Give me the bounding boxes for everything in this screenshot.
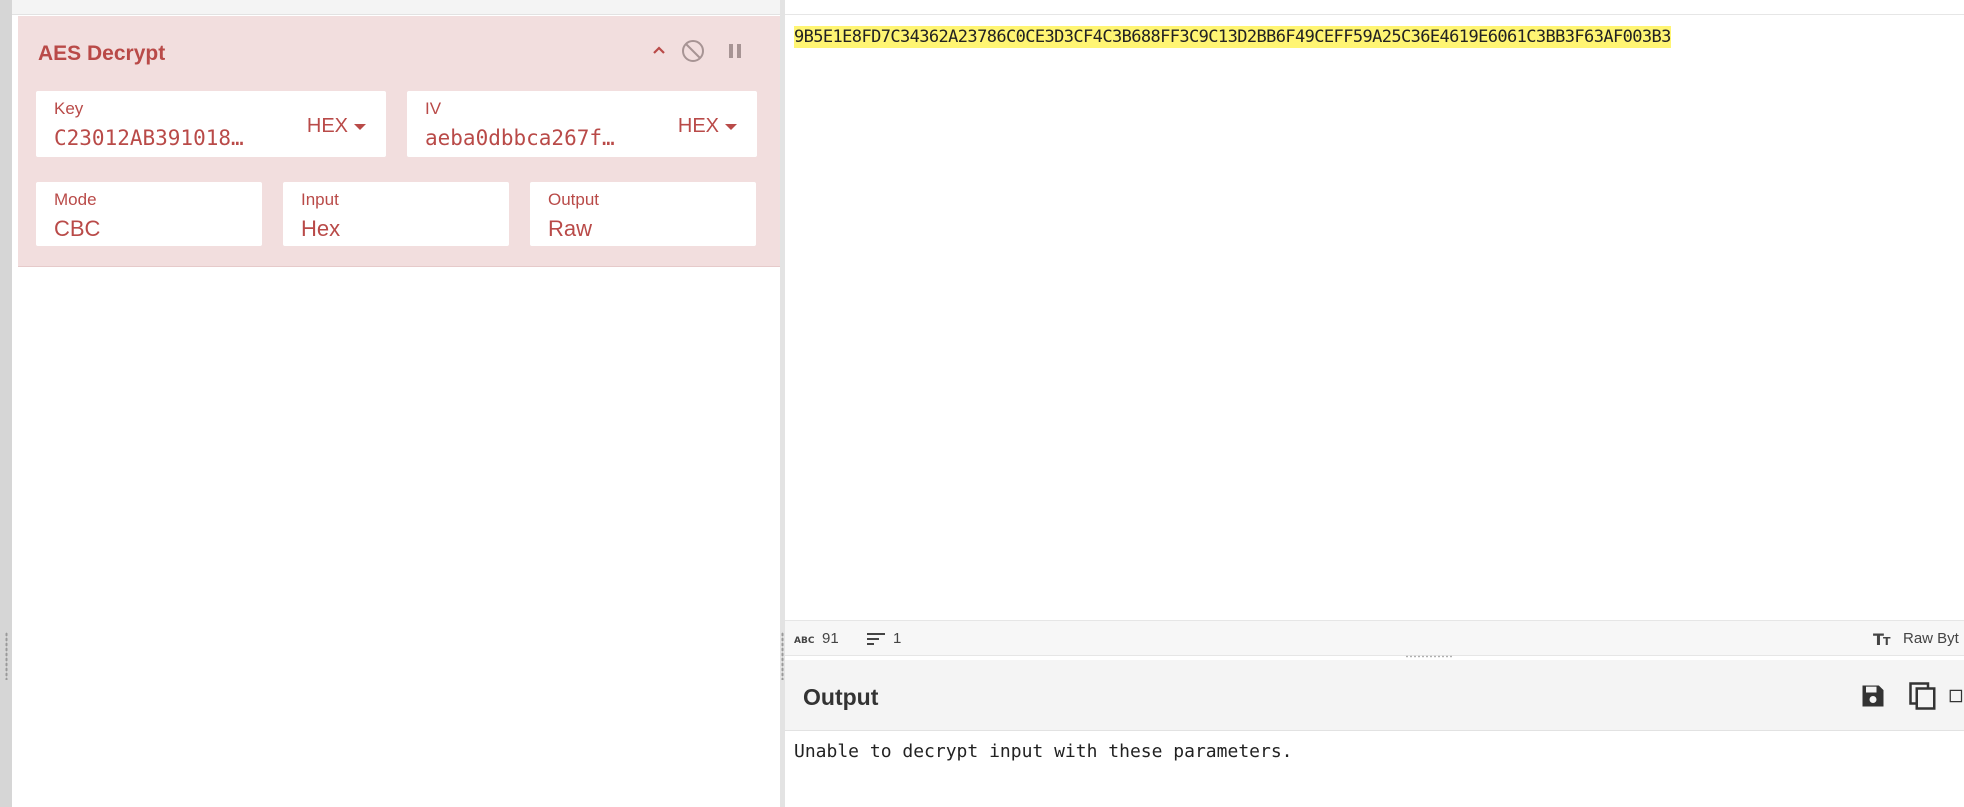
disable-button[interactable] (678, 36, 708, 66)
io-resize-handle[interactable] (1405, 655, 1453, 658)
recipe-topbar (12, 0, 780, 15)
save-output-button[interactable] (1855, 678, 1891, 714)
svg-text:ABC: ABC (794, 636, 814, 645)
disable-icon (682, 40, 704, 62)
input-format-label: Input (301, 190, 339, 209)
input-textarea[interactable]: 9B5E1E8FD7C34362A23786C0CE3D3CF4C3B688FF… (794, 26, 1671, 48)
output-header: Output (785, 660, 1964, 731)
pause-icon (729, 44, 741, 58)
abc-icon: ABC (794, 636, 814, 645)
output-format-select[interactable]: Output Raw (530, 182, 756, 246)
key-format-label: HEX (306, 115, 348, 137)
left-resize-grip[interactable] (5, 632, 8, 680)
iv-label: IV (425, 99, 442, 118)
svg-text:T: T (1883, 635, 1891, 647)
output-format-value: Raw (548, 216, 593, 241)
mode-value: CBC (54, 216, 101, 241)
recipe-pane: AES Decrypt Key C23012AB391018… HEX IV a… (12, 0, 780, 807)
save-icon (1862, 685, 1884, 707)
copy-icon (1909, 682, 1936, 710)
aes-decrypt-operation[interactable]: AES Decrypt Key C23012AB391018… HEX IV a… (18, 16, 780, 267)
lines-stat: 1 (867, 630, 901, 647)
lines-icon (867, 632, 885, 645)
iv-format-dropdown[interactable]: HEX (678, 115, 737, 138)
key-input[interactable]: C23012AB391018… (54, 126, 244, 150)
iv-input[interactable]: aeba0dbbca267f… (425, 126, 615, 150)
key-field[interactable]: Key C23012AB391018… HEX (36, 91, 386, 157)
copy-output-button[interactable] (1905, 678, 1941, 714)
input-format-value: Hex (301, 216, 341, 241)
encoding-value: Raw Byt (1903, 630, 1959, 647)
iv-field[interactable]: IV aeba0dbbca267f… HEX (407, 91, 757, 157)
iv-format-label: HEX (677, 115, 719, 137)
input-format-select[interactable]: Input Hex (283, 182, 509, 246)
key-format-dropdown[interactable]: HEX (307, 115, 366, 138)
replace-input-button[interactable] (1949, 678, 1964, 714)
output-title: Output (803, 684, 879, 710)
caret-down-icon (725, 123, 737, 130)
mode-label: Mode (54, 190, 97, 209)
breakpoint-button[interactable] (720, 36, 750, 66)
output-format-label: Output (548, 190, 600, 209)
left-edge-bar (0, 0, 12, 807)
lines-value: 1 (893, 630, 902, 647)
chevron-up-icon (653, 46, 665, 54)
length-stat: ABC 91 (794, 630, 839, 647)
caret-down-icon (354, 123, 366, 130)
output-textarea[interactable]: Unable to decrypt input with these param… (794, 741, 1293, 762)
mode-select[interactable]: Mode CBC (36, 182, 262, 246)
input-top-border (785, 14, 1964, 15)
input-status-bar: ABC 91 1 TT Raw Byt (785, 620, 1964, 656)
io-pane: 9B5E1E8FD7C34362A23786C0CE3D3CF4C3B688FF… (785, 0, 1964, 807)
text-size-icon: TT (1873, 631, 1891, 647)
collapse-button[interactable] (644, 36, 674, 66)
encoding-selector[interactable]: TT Raw Byt (1873, 630, 1959, 647)
key-label: Key (54, 99, 84, 118)
pane-resize-grip[interactable] (781, 632, 784, 680)
operation-title: AES Decrypt (38, 42, 166, 65)
replace-icon (1949, 689, 1963, 703)
length-value: 91 (822, 630, 839, 647)
